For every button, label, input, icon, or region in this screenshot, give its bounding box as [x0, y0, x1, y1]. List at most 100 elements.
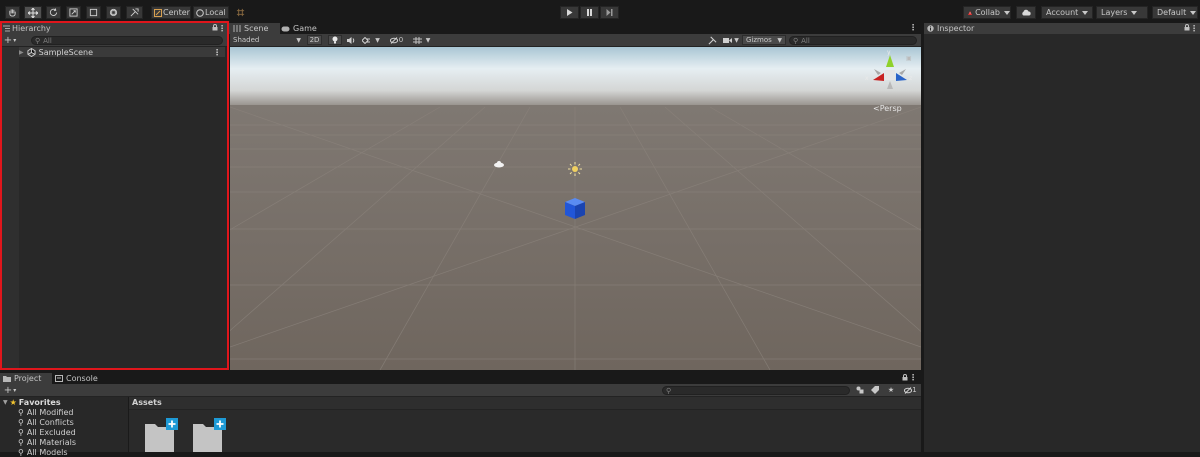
pause-button[interactable] [580, 6, 599, 19]
play-button[interactable] [560, 6, 579, 19]
favorites-star-icon: ★ [9, 398, 17, 407]
effects-icon [362, 36, 371, 44]
favorite-label: All Excluded [26, 428, 76, 437]
inspector-menu-icon[interactable]: ⋮ [1190, 24, 1198, 33]
project-menu-icon[interactable]: ⋮ [909, 373, 917, 382]
scene-menu-icon[interactable]: ⋮ [213, 48, 221, 57]
orientation-gizmo[interactable]: y x z ▣ [864, 49, 916, 99]
search-by-type-button[interactable] [854, 385, 866, 395]
camera-settings-dropdown[interactable]: ▼ [722, 35, 740, 45]
folder-icon[interactable] [144, 418, 180, 454]
hierarchy-toolbar: + ▾ ⚲ All [0, 34, 228, 47]
inspector-panel: Inspector ⋮ [924, 22, 1200, 452]
favorite-label: All Models [26, 448, 68, 457]
grid-snap-icon [236, 8, 244, 17]
favorite-all-models[interactable]: ⚲ All Models [18, 448, 68, 457]
scene-search-input[interactable]: ⚲ All [789, 36, 917, 45]
tab-scene-label: Scene [244, 24, 269, 33]
layers-label: Layers [1101, 8, 1128, 17]
2d-toggle[interactable]: 2D [307, 35, 322, 45]
play-icon [567, 9, 573, 16]
collapse-arrow-icon[interactable]: ▼ [3, 399, 8, 406]
favorite-all-modified[interactable]: ⚲ All Modified [18, 408, 73, 417]
list-icon [3, 25, 10, 32]
snap-settings-button[interactable] [233, 6, 247, 19]
step-button[interactable] [600, 6, 619, 19]
camera-gizmo-icon[interactable] [493, 160, 505, 170]
layout-dropdown[interactable]: Default [1152, 6, 1198, 19]
folder-icon[interactable] [192, 418, 228, 454]
scene-toolbar: Shaded ▼ 2D ▼ 0 ▼ ▼ Gizmos ▼ ⚲ All [230, 34, 921, 47]
step-icon [606, 9, 613, 16]
move-tool-button[interactable] [24, 6, 42, 19]
project-lock-icon[interactable] [902, 374, 908, 383]
collab-dropdown[interactable]: Collab [963, 6, 1011, 19]
scene-camera-dropdown[interactable] [410, 35, 424, 45]
wrench-icon [708, 36, 716, 44]
scene-panel-menu-icon[interactable]: ⋮ [909, 23, 917, 32]
save-search-button[interactable]: ★ [885, 385, 897, 395]
hierarchy-search-input[interactable]: ⚲ All [31, 36, 223, 45]
hand-icon [9, 9, 16, 17]
search-icon: ⚲ [35, 36, 41, 45]
cloud-button[interactable] [1016, 6, 1036, 19]
tab-hierarchy-label: Hierarchy [12, 24, 51, 33]
tools-toggle[interactable] [706, 35, 718, 45]
favorites-header[interactable]: ▼ ★ Favorites [3, 398, 61, 407]
tab-inspector[interactable]: Inspector ⋮ [924, 23, 1200, 34]
main-toolbar: Center Local Collab Account Layers Defau… [0, 4, 1200, 21]
audio-toggle[interactable] [344, 35, 358, 45]
scale-tool-button[interactable] [66, 6, 81, 19]
gizmo-z-label: z [909, 75, 913, 82]
favorites-tree: ▼ ★ Favorites ⚲ All Modified ⚲ All Conflic… [0, 397, 128, 457]
cloud-icon [1022, 9, 1031, 16]
gizmos-dropdown[interactable]: Gizmos ▼ [742, 35, 786, 45]
account-dropdown[interactable]: Account [1041, 6, 1093, 19]
expand-arrow-icon[interactable]: ▶ [19, 49, 24, 56]
filter-type-icon [856, 386, 864, 394]
scene-camera-arrow-icon[interactable]: ▼ [423, 35, 433, 45]
light-gizmo-icon[interactable] [568, 162, 582, 178]
custom-tool-button[interactable] [126, 6, 143, 19]
rect-tool-button[interactable] [86, 6, 101, 19]
tab-scene[interactable]: Scene [230, 23, 280, 34]
favorite-all-excluded[interactable]: ⚲ All Excluded [18, 428, 76, 437]
assets-area: Assets [129, 397, 921, 452]
tab-console[interactable]: Console [52, 373, 104, 384]
assets-breadcrumb: Assets [129, 397, 921, 410]
cube-object[interactable] [564, 197, 586, 222]
gizmo-x-label: x [865, 75, 869, 82]
layers-dropdown[interactable]: Layers [1096, 6, 1148, 19]
inspector-tabbar: Inspector ⋮ [924, 22, 1200, 34]
favorite-all-conflicts[interactable]: ⚲ All Conflicts [18, 418, 74, 427]
gamepad-icon [281, 26, 290, 31]
favorites-label: Favorites [18, 398, 61, 407]
project-create-button[interactable]: + ▾ [2, 385, 18, 396]
gizmo-lock-icon[interactable]: ▣ [906, 55, 912, 62]
search-by-label-button[interactable] [869, 385, 881, 395]
rotate-tool-button[interactable] [46, 6, 61, 19]
tab-project-label: Project [14, 374, 42, 383]
gizmo-y-label: y [887, 49, 891, 56]
tab-project[interactable]: Project [0, 373, 52, 384]
tab-game[interactable]: Game [278, 23, 324, 34]
projection-toggle[interactable]: <Persp [873, 104, 902, 113]
lighting-toggle[interactable] [328, 35, 342, 45]
pivot-rotation-button[interactable]: Local [193, 6, 229, 19]
panel-menu-icon[interactable]: ⋮ [218, 24, 226, 33]
scene-viewport[interactable]: y x z ▣ <Persp [230, 47, 921, 370]
shading-mode-dropdown[interactable]: Shaded ▼ [231, 35, 303, 45]
transform-tool-button[interactable] [106, 6, 121, 19]
tree-item-samplescene[interactable]: ▶ SampleScene ⋮ [19, 47, 225, 57]
tab-hierarchy[interactable]: Hierarchy ⋮ [0, 23, 230, 34]
hidden-objects-toggle[interactable]: 0 [386, 35, 407, 45]
project-search-input[interactable]: ⚲ [662, 386, 850, 395]
hand-tool-button[interactable] [5, 6, 20, 19]
hidden-packages-toggle[interactable]: 1 [901, 385, 920, 395]
effects-dropdown[interactable]: ▼ [360, 35, 382, 45]
search-icon: ⚲ [18, 418, 24, 427]
grid-icon [412, 36, 422, 44]
favorite-all-materials[interactable]: ⚲ All Materials [18, 438, 76, 447]
pivot-mode-button[interactable]: Center [151, 6, 191, 19]
create-button[interactable]: + ▾ [2, 35, 18, 46]
